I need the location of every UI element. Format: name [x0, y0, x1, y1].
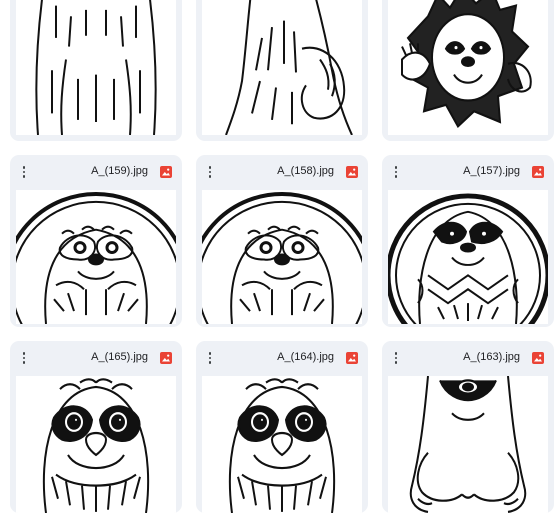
image-file-icon — [160, 352, 172, 364]
file-card[interactable] — [382, 0, 554, 141]
file-name: A_(163).jpg — [463, 351, 520, 363]
thumbnail-image — [202, 376, 362, 513]
image-file-icon — [532, 166, 544, 178]
file-card[interactable]: A_(159).jpg — [10, 155, 182, 327]
more-vert-icon[interactable] — [18, 163, 30, 181]
more-vert-icon[interactable] — [18, 349, 30, 367]
file-name: A_(164).jpg — [277, 351, 334, 363]
card-header: A_(164).jpg — [196, 341, 368, 375]
file-card[interactable] — [10, 0, 182, 141]
file-card[interactable]: A_(165).jpg — [10, 341, 182, 513]
file-name: A_(159).jpg — [91, 165, 148, 177]
file-name: A_(158).jpg — [277, 165, 334, 177]
image-file-icon — [532, 352, 544, 364]
more-vert-icon[interactable] — [204, 163, 216, 181]
file-card[interactable]: A_(157).jpg — [382, 155, 554, 327]
more-vert-icon[interactable] — [390, 163, 402, 181]
thumbnail-image — [388, 0, 548, 135]
thumbnail-image — [202, 190, 362, 324]
image-file-icon — [346, 352, 358, 364]
image-file-icon — [346, 166, 358, 178]
thumbnail-image — [202, 0, 362, 135]
file-card[interactable] — [196, 0, 368, 141]
more-vert-icon[interactable] — [390, 349, 402, 367]
thumbnail-image — [388, 190, 548, 324]
card-header: A_(157).jpg — [382, 155, 554, 189]
card-header: A_(165).jpg — [10, 341, 182, 375]
card-header: A_(163).jpg — [382, 341, 554, 375]
thumbnail-image — [16, 190, 176, 324]
file-card[interactable]: A_(164).jpg — [196, 341, 368, 513]
card-header: A_(158).jpg — [196, 155, 368, 189]
thumbnail-image — [16, 0, 176, 135]
card-header: A_(159).jpg — [10, 155, 182, 189]
file-name: A_(165).jpg — [91, 351, 148, 363]
more-vert-icon[interactable] — [204, 349, 216, 367]
file-card[interactable]: A_(158).jpg — [196, 155, 368, 327]
thumbnail-image — [388, 376, 548, 513]
file-card[interactable]: A_(163).jpg — [382, 341, 554, 513]
file-name: A_(157).jpg — [463, 165, 520, 177]
image-file-icon — [160, 166, 172, 178]
thumbnail-image — [16, 376, 176, 513]
